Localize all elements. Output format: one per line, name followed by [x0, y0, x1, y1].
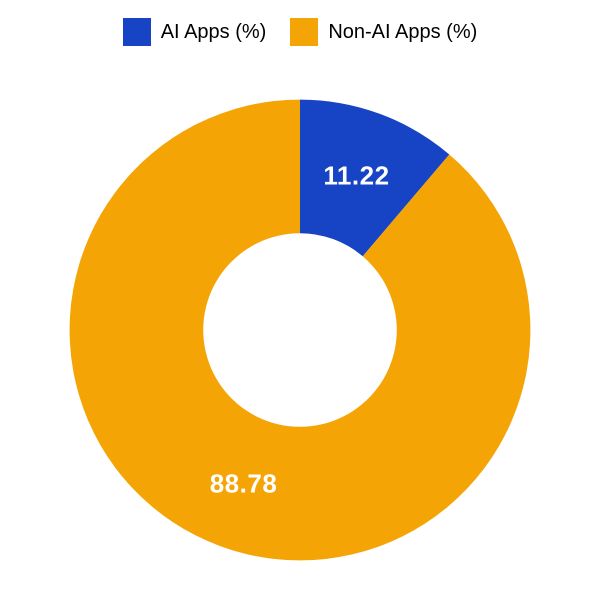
legend-swatch	[123, 18, 151, 46]
legend-item-non-ai: Non-AI Apps (%)	[290, 18, 477, 46]
legend-label: AI Apps (%)	[161, 21, 267, 44]
legend-label: Non-AI Apps (%)	[328, 21, 477, 44]
donut-chart: 11.22 88.78	[60, 90, 540, 570]
chart-legend: AI Apps (%) Non-AI Apps (%)	[0, 0, 600, 46]
donut-svg	[60, 90, 540, 570]
slice-label-non-ai: 88.78	[210, 468, 278, 499]
legend-swatch	[290, 18, 318, 46]
slice-label-ai: 11.22	[323, 161, 389, 192]
legend-item-ai: AI Apps (%)	[123, 18, 267, 46]
